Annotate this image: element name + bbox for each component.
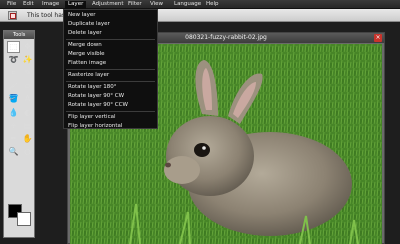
pencil-icon[interactable]: ✎ — [21, 67, 34, 79]
brush-icon[interactable]: 🖌 — [7, 80, 20, 92]
bucket-icon[interactable]: 🪣 — [7, 93, 20, 105]
menu-separator — [66, 69, 155, 70]
menu-separator — [66, 39, 155, 40]
menu-language[interactable]: Language — [171, 1, 204, 9]
stamp-icon[interactable]: ⎈ — [7, 120, 20, 132]
layer-menu-item[interactable]: Merge visible — [64, 50, 157, 59]
zoom-icon[interactable]: 🔍 — [7, 146, 20, 158]
image-window-title: 080321-fuzzy-rabbit-02.jpg — [185, 34, 267, 41]
layer-menu-item[interactable]: Rotate layer 90° CW — [64, 92, 157, 101]
menu-file[interactable]: File — [4, 1, 19, 9]
gradient-icon[interactable]: ▤ — [21, 120, 34, 132]
layer-menu-item[interactable]: Rotate layer 180° — [64, 83, 157, 92]
tool-hint-text: This tool has — [27, 12, 66, 19]
layer-menu-item[interactable]: Flatten image — [64, 59, 157, 68]
menu-separator — [66, 81, 155, 82]
close-window-button[interactable]: × — [374, 34, 382, 42]
layer-menu-item[interactable]: Rotate layer 90° CCW — [64, 101, 157, 110]
drop-icon[interactable]: 💧 — [7, 107, 20, 119]
layer-menu-item[interactable]: Flip layer horizontal — [64, 122, 157, 131]
marquee-icon[interactable]: ⬚ — [7, 41, 20, 53]
layer-dropdown-menu: New layer Duplicate layer Delete layer Merg… — [63, 9, 158, 129]
text-icon[interactable]: A — [21, 93, 34, 105]
menu-help[interactable]: Help — [203, 1, 222, 9]
eraser-icon[interactable]: ▱ — [21, 80, 34, 92]
menu-adjustment[interactable]: Adjustment — [89, 1, 127, 9]
layer-menu-item[interactable]: Rasterize layer — [64, 71, 157, 80]
marquee-select-icon[interactable] — [8, 11, 17, 20]
layer-menu-item[interactable]: Merge down — [64, 41, 157, 50]
tools-panel-title: Tools — [4, 31, 34, 39]
menu-separator — [66, 111, 155, 112]
layer-menu-item[interactable]: New layer — [64, 11, 157, 20]
options-bar: This tool has — [0, 9, 400, 22]
hand-icon[interactable]: ✋ — [21, 133, 34, 145]
menu-bar: File Edit Image Layer Adjustment Filter … — [0, 0, 400, 9]
menu-layer[interactable]: Layer — [65, 1, 87, 9]
layer-menu-item[interactable]: Delete layer — [64, 29, 157, 38]
layer-menu-item[interactable]: Flip layer vertical — [64, 113, 157, 122]
crop-icon[interactable]: ⌗ — [7, 67, 20, 79]
menu-view[interactable]: View — [147, 1, 166, 9]
wand-icon[interactable]: ✨ — [21, 54, 34, 66]
sponge-icon[interactable]: ◍ — [21, 146, 34, 158]
burn-icon[interactable]: ◐ — [21, 107, 34, 119]
menu-edit[interactable]: Edit — [20, 1, 37, 9]
lasso-icon[interactable]: ➰ — [7, 54, 20, 66]
menu-image[interactable]: Image — [39, 1, 62, 9]
tools-panel: Tools ⬚ ✥ ➰ ✨ ⌗ ✎ 🖌 ▱ 🪣 A 💧 ◐ ⎈ ▤ ✒ ✋ 🔍 ◍ — [3, 30, 35, 238]
menu-filter[interactable]: Filter — [125, 1, 145, 9]
background-color-swatch[interactable] — [17, 212, 31, 226]
eyedropper-icon[interactable]: ✒ — [7, 133, 20, 145]
layer-menu-item[interactable]: Duplicate layer — [64, 20, 157, 29]
move-icon[interactable]: ✥ — [21, 41, 34, 53]
